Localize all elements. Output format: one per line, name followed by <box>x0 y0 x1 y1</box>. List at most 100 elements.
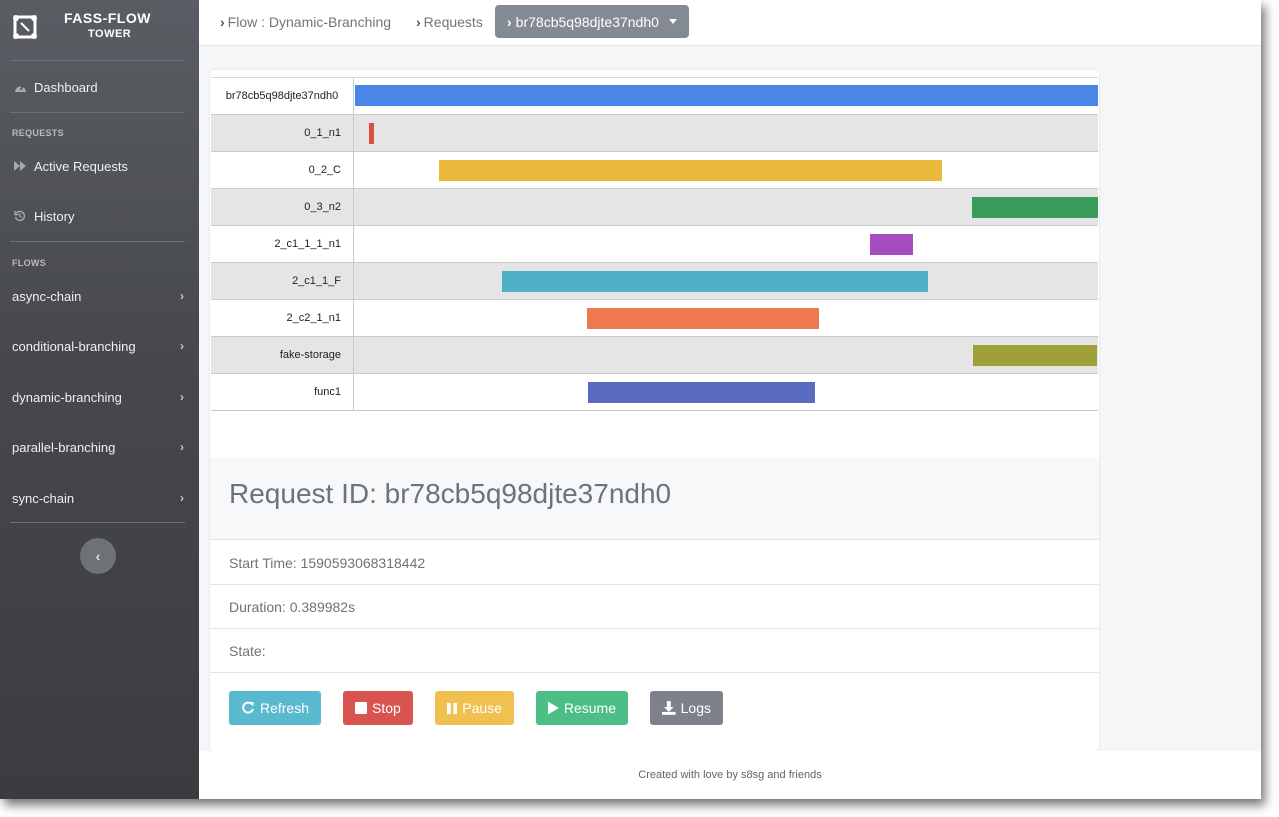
breadcrumb-flow-label: Flow : Dynamic-Branching <box>227 14 392 30</box>
sidebar-item-sync-chain[interactable]: sync-chain › <box>12 487 184 509</box>
state: State: <box>210 629 1099 673</box>
gantt-timeline: br78cb5q98djte37ndh0 0_1_n1 0_2_C 0_3_n2 2_c… <box>211 77 1098 411</box>
chevron-right-icon: › <box>220 14 225 30</box>
breadcrumb-request-dropdown[interactable]: › br78cb5q98djte37ndh0 <box>495 5 689 38</box>
brand-title: FASS-FLOW <box>64 10 151 26</box>
gantt-row: 0_3_n2 <box>211 189 1098 226</box>
gantt-row-label: 2_c1_1_1_n1 <box>211 226 354 262</box>
gantt-row: 2_c1_1_1_n1 <box>211 226 1098 263</box>
divider <box>10 522 185 523</box>
dashboard-icon <box>12 82 28 93</box>
logo-icon <box>13 15 37 39</box>
sidebar-item-async-chain[interactable]: async-chain › <box>12 285 184 307</box>
divider <box>10 241 185 242</box>
sidebar-item-label: Dashboard <box>34 79 98 95</box>
sidebar-item-active-requests[interactable]: Active Requests <box>12 155 187 177</box>
pause-icon <box>447 702 458 714</box>
sidebar-item-history[interactable]: History <box>12 205 187 227</box>
section-title-requests: REQUESTS <box>12 128 64 138</box>
gantt-bar[interactable] <box>355 85 1098 106</box>
chevron-right-icon: › <box>180 339 184 353</box>
fast-forward-icon <box>12 161 28 171</box>
footer: Created with love by s8sg and friends <box>199 751 1261 799</box>
chevron-right-icon: › <box>180 440 184 454</box>
gantt-row: 0_1_n1 <box>211 115 1098 152</box>
sidebar-item-dashboard[interactable]: Dashboard <box>12 76 187 98</box>
request-header: Request ID: br78cb5q98djte37ndh0 <box>210 458 1099 540</box>
history-icon <box>12 210 28 222</box>
gantt-row-label: fake-storage <box>211 337 354 373</box>
gantt-row: 2_c1_1_F <box>211 263 1098 300</box>
gantt-row-label: 0_1_n1 <box>211 115 354 151</box>
gantt-row-label: br78cb5q98djte37ndh0 <box>211 78 354 114</box>
download-icon <box>662 701 676 715</box>
sidebar-item-label: dynamic-branching <box>12 389 122 405</box>
app-window: FASS-FLOW TOWER Dashboard REQUESTS Activ… <box>0 0 1261 799</box>
gantt-row: br78cb5q98djte37ndh0 <box>211 78 1098 115</box>
refresh-label: Refresh <box>259 700 309 716</box>
logs-label: Logs <box>680 700 711 716</box>
action-buttons: Refresh Stop Pause Resume Logs <box>229 691 745 725</box>
gantt-row: func1 <box>211 374 1098 411</box>
gantt-row-label: func1 <box>211 374 354 410</box>
resume-button[interactable]: Resume <box>536 691 628 725</box>
sidebar-item-label: async-chain <box>12 288 82 304</box>
breadcrumb-current-label: br78cb5q98djte37ndh0 <box>515 13 659 30</box>
breadcrumb-requests-label: Requests <box>423 14 483 30</box>
sidebar-item-label: sync-chain <box>12 490 75 506</box>
gantt-row: 2_c2_1_n1 <box>211 300 1098 337</box>
chevron-right-icon: › <box>180 491 184 505</box>
page-title: Request ID: br78cb5q98djte37ndh0 <box>229 478 672 509</box>
stop-icon <box>355 702 367 714</box>
gantt-bar[interactable] <box>972 197 1098 218</box>
sidebar: FASS-FLOW TOWER Dashboard REQUESTS Activ… <box>0 0 199 799</box>
brand[interactable]: FASS-FLOW TOWER <box>10 8 190 48</box>
section-title-flows: FLOWS <box>12 258 46 268</box>
sidebar-item-conditional-branching[interactable]: conditional-branching › <box>12 335 184 357</box>
duration: Duration: 0.389982s <box>210 585 1099 629</box>
play-icon <box>548 701 559 715</box>
sidebar-item-parallel-branching[interactable]: parallel-branching › <box>12 436 184 458</box>
gantt-bar[interactable] <box>369 123 375 144</box>
breadcrumb: › Flow : Dynamic-Branching › Requests › br… <box>199 0 1261 46</box>
sidebar-item-dynamic-branching[interactable]: dynamic-branching › <box>12 386 184 408</box>
chevron-right-icon: › <box>507 13 512 30</box>
start-time: Start Time: 1590593068318442 <box>210 541 1099 585</box>
gantt-bar[interactable] <box>586 308 819 329</box>
logs-button[interactable]: Logs <box>650 691 723 725</box>
gantt-row-label: 0_2_C <box>211 152 354 188</box>
gantt-bar[interactable] <box>869 234 913 255</box>
chevron-right-icon: › <box>180 390 184 404</box>
sidebar-item-label: parallel-branching <box>12 439 116 455</box>
sidebar-item-label: Active Requests <box>34 158 128 174</box>
request-card: br78cb5q98djte37ndh0 0_1_n1 0_2_C 0_3_n2 2_c… <box>210 70 1099 751</box>
sidebar-collapse-button[interactable]: ‹ <box>80 538 116 574</box>
stop-label: Stop <box>372 700 401 716</box>
chevron-right-icon: › <box>416 14 421 30</box>
gantt-bar[interactable] <box>502 271 928 292</box>
chevron-right-icon: › <box>180 289 184 303</box>
refresh-button[interactable]: Refresh <box>229 691 321 725</box>
gantt-bar[interactable] <box>973 345 1097 366</box>
stop-button[interactable]: Stop <box>343 691 413 725</box>
pause-button[interactable]: Pause <box>435 691 514 725</box>
chevron-left-icon: ‹ <box>95 548 101 564</box>
divider <box>10 112 185 113</box>
sidebar-item-label: History <box>34 208 75 224</box>
resume-label: Resume <box>563 700 616 716</box>
gantt-row-label: 2_c2_1_n1 <box>211 300 354 336</box>
breadcrumb-requests[interactable]: › Requests <box>416 14 483 30</box>
refresh-icon <box>242 701 254 714</box>
pause-label: Pause <box>462 700 502 716</box>
gantt-bar[interactable] <box>438 160 942 181</box>
brand-subtitle: TOWER <box>88 28 132 40</box>
gantt-row: 0_2_C <box>211 152 1098 189</box>
gantt-row: fake-storage <box>211 337 1098 374</box>
caret-down-icon <box>668 19 677 24</box>
gantt-bar[interactable] <box>588 382 815 403</box>
breadcrumb-flow[interactable]: › Flow : Dynamic-Branching <box>220 14 391 30</box>
sidebar-item-label: conditional-branching <box>12 338 136 354</box>
divider <box>10 60 185 61</box>
gantt-row-label: 2_c1_1_F <box>211 263 354 299</box>
gantt-row-label: 0_3_n2 <box>211 189 354 225</box>
